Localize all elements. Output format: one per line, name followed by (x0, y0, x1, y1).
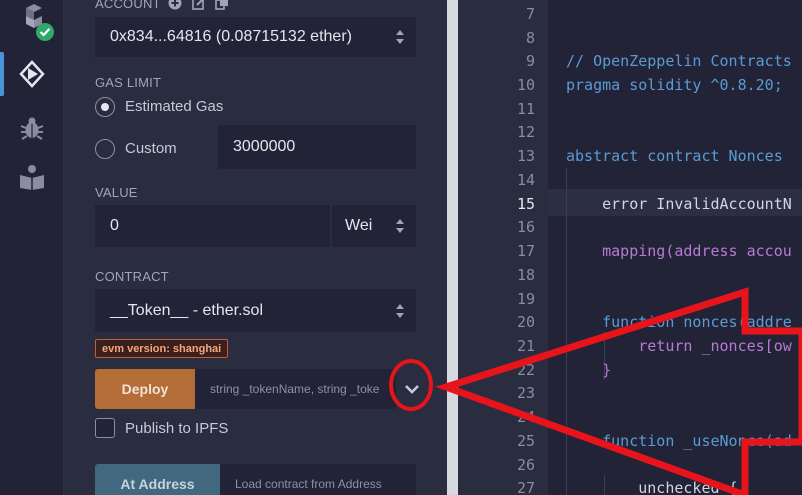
remix-ide-window: ACCOUNT 0x834...64816 (0.08715132 ether)… (0, 0, 802, 495)
line-number: 17 (516, 242, 535, 260)
code-line: abstract contract Nonces (566, 147, 783, 165)
panel-splitter[interactable] (447, 0, 458, 495)
line-number: 19 (516, 290, 535, 308)
gas-limit-label: GAS LIMIT (95, 75, 162, 90)
estimated-gas-label: Estimated Gas (125, 98, 224, 115)
select-arrows-icon (396, 219, 404, 233)
debugger-tab[interactable] (0, 106, 64, 150)
code-editor[interactable]: 7 8 9 10 11 12 13 14 15 16 17 18 19 20 2… (458, 0, 802, 495)
deploy-button[interactable]: Deploy (95, 369, 195, 409)
line-number: 23 (516, 384, 535, 402)
code-line: } (566, 361, 612, 379)
copy-icon[interactable] (215, 0, 229, 10)
debugger-bug-icon (20, 117, 44, 140)
deploy-run-tab[interactable] (0, 52, 64, 96)
add-account-icon[interactable] (168, 0, 182, 10)
at-address-button[interactable]: At Address (95, 464, 220, 495)
code-line: error InvalidAccountN (566, 195, 792, 213)
code-line: pragma solidity ^0.8.20; (566, 76, 783, 94)
account-label: ACCOUNT (95, 0, 161, 11)
at-address-input[interactable]: Load contract from Address (220, 464, 416, 495)
custom-gas-radio[interactable] (95, 139, 115, 159)
learneth-book-icon (20, 165, 44, 190)
code-line: function _useNonce(ad (566, 432, 792, 450)
value-unit-select[interactable]: Wei (332, 205, 416, 247)
code-line: mapping(address accou (566, 242, 792, 260)
line-number: 8 (525, 29, 535, 47)
line-number: 14 (516, 171, 535, 189)
check-badge-icon (36, 23, 54, 41)
constructor-params-input[interactable]: string _tokenName, string _toke (195, 369, 396, 409)
value-amount-input[interactable]: 0 (95, 205, 330, 247)
line-number: 11 (516, 100, 535, 118)
contract-label: CONTRACT (95, 269, 169, 284)
line-number: 22 (516, 361, 535, 379)
line-number: 7 (525, 5, 535, 23)
line-number: 13 (516, 147, 535, 165)
line-number-active: 15 (516, 195, 535, 213)
expand-params-button[interactable] (396, 369, 427, 409)
evm-version-badge: evm version: shanghai (95, 339, 229, 358)
value-label: VALUE (95, 185, 138, 200)
deploy-run-icon (19, 60, 45, 88)
chevron-down-icon (404, 385, 419, 394)
line-number: 18 (516, 266, 535, 284)
solidity-compiler-tab[interactable] (0, 0, 64, 44)
line-number: 25 (516, 432, 535, 450)
code-line: // OpenZeppelin Contracts (566, 52, 792, 70)
value-unit: Wei (345, 217, 373, 234)
line-number: 24 (516, 408, 535, 426)
custom-gas-input[interactable]: 3000000 (218, 125, 416, 169)
deploy-run-panel: ACCOUNT 0x834...64816 (0.08715132 ether)… (64, 0, 447, 495)
contract-select[interactable]: __Token__ - ether.sol (95, 289, 416, 332)
line-number: 9 (525, 52, 535, 70)
account-value: 0x834...64816 (0.08715132 ether) (110, 28, 352, 45)
icon-rail (0, 0, 64, 495)
line-number: 26 (516, 456, 535, 474)
code-line: function nonces(addre (566, 313, 792, 331)
estimated-gas-radio[interactable] (95, 97, 115, 117)
line-number: 21 (516, 337, 535, 355)
line-number: 12 (516, 123, 535, 141)
line-number: 27 (516, 479, 535, 495)
publish-ipfs-checkbox[interactable] (95, 418, 115, 438)
edit-icon[interactable] (192, 0, 206, 10)
select-arrows-icon (396, 303, 404, 318)
line-number: 20 (516, 313, 535, 331)
contract-value: __Token__ - ether.sol (110, 301, 263, 319)
publish-ipfs-label: Publish to IPFS (125, 420, 229, 437)
select-arrows-icon (396, 30, 404, 44)
learneth-tab[interactable] (0, 155, 64, 199)
custom-gas-label: Custom (125, 140, 177, 157)
code-line: return _nonces[ow (566, 337, 792, 355)
line-number: 10 (516, 76, 535, 94)
account-select[interactable]: 0x834...64816 (0.08715132 ether) (95, 17, 416, 57)
code-line: unchecked { (566, 479, 738, 495)
line-number: 16 (516, 218, 535, 236)
